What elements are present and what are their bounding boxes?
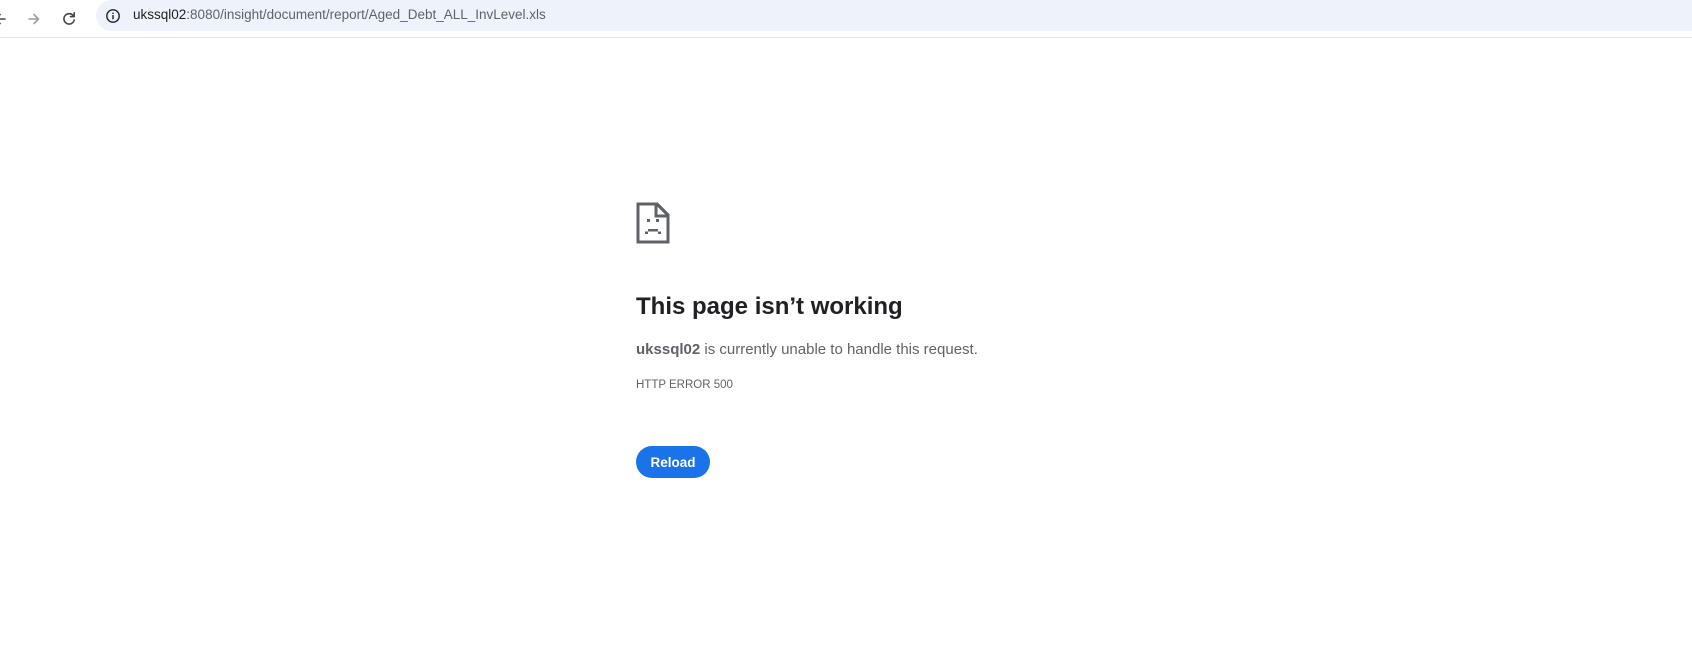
forward-arrow-icon: [28, 13, 40, 25]
url-host: ukssql02: [133, 7, 187, 22]
error-host: ukssql02: [636, 341, 701, 358]
error-title: This page isn’t working: [636, 293, 903, 320]
sad-page-icon: [636, 202, 670, 244]
url-text[interactable]: ukssql02:8080/insight/document/report/Ag…: [133, 7, 546, 23]
error-code: HTTP ERROR 500: [636, 379, 733, 391]
site-info-button[interactable]: [100, 3, 125, 28]
back-button[interactable]: [0, 4, 15, 34]
info-icon: [105, 8, 120, 23]
reload-page-button[interactable]: [54, 4, 84, 34]
error-description: ukssql02 is currently unable to handle t…: [636, 340, 978, 360]
error-description-text: is currently unable to handle this reque…: [700, 341, 978, 358]
reload-icon: [63, 12, 75, 25]
back-arrow-icon: [0, 13, 6, 25]
address-bar[interactable]: ukssql02:8080/insight/document/report/Ag…: [96, 0, 1692, 31]
browser-toolbar: ukssql02:8080/insight/document/report/Ag…: [0, 0, 1692, 38]
reload-button[interactable]: Reload: [636, 446, 710, 478]
forward-button[interactable]: [19, 4, 49, 34]
url-path: :8080/insight/document/report/Aged_Debt_…: [186, 7, 546, 22]
